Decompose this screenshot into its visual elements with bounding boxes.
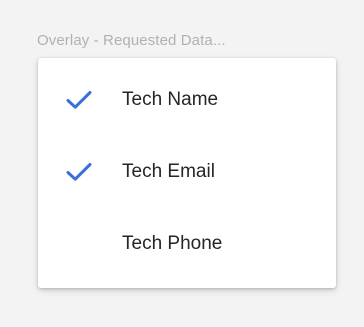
check-icon (66, 91, 92, 109)
menu-item-tech-name[interactable]: Tech Name (38, 64, 336, 136)
menu-item-tech-email[interactable]: Tech Email (38, 136, 336, 208)
menu-item-label: Tech Phone (122, 233, 223, 254)
check-slot (38, 136, 122, 208)
check-slot (38, 208, 122, 280)
menu-item-tech-phone[interactable]: Tech Phone (38, 208, 336, 280)
requested-data-dropdown-menu: Tech Name Tech Email Tech Phone (38, 58, 336, 288)
menu-item-label: Tech Name (122, 89, 219, 110)
menu-item-label: Tech Email (122, 161, 215, 182)
check-slot (38, 64, 122, 136)
field-label: Overlay - Requested Data... (37, 32, 226, 49)
check-icon (66, 163, 92, 181)
